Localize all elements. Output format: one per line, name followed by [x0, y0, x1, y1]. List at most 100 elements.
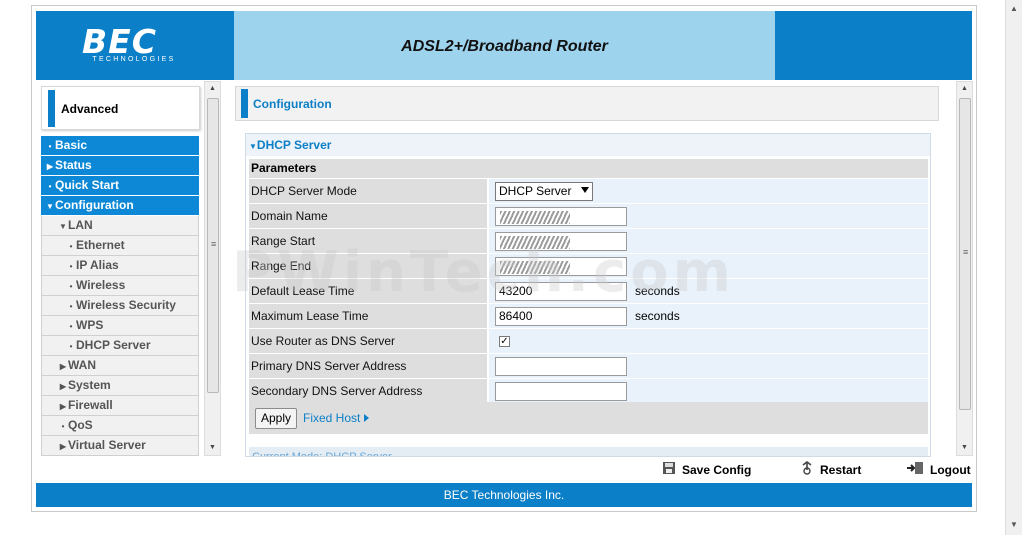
field-label: Range End	[249, 254, 487, 278]
sidebar-item-wan[interactable]: ▶ WAN	[41, 356, 199, 376]
sidebar-item-wireless[interactable]: • Wireless	[41, 276, 199, 296]
sidebar-item-virtual-server[interactable]: ▶ Virtual Server	[41, 436, 199, 456]
redacted-text	[500, 236, 570, 249]
sidebar-item-basic[interactable]: • Basic	[41, 136, 199, 156]
bullet-icon: •	[69, 262, 73, 271]
content-scrollbar[interactable]: ▲ ≡ ▼	[956, 81, 973, 456]
mode-box: Advanced	[41, 86, 200, 130]
grip-icon: ≡	[963, 247, 969, 257]
row-max-lease: Maximum Lease Time 86400 seconds	[249, 304, 928, 328]
parameters-heading: Parameters	[249, 159, 928, 178]
max-lease-input[interactable]: 86400	[495, 307, 627, 326]
sidebar-scroll-thumb[interactable]: ≡	[207, 98, 219, 393]
restart-button[interactable]: Restart	[800, 461, 861, 479]
redacted-text	[500, 211, 570, 224]
row-range-start: Range Start	[249, 229, 928, 253]
field-label: Domain Name	[249, 204, 487, 228]
bullet-icon: •	[69, 342, 73, 351]
mode-label: Advanced	[61, 102, 119, 116]
bullet-icon: •	[61, 422, 65, 431]
page-scrollbar[interactable]: ▲ ▼	[1005, 0, 1022, 535]
sidebar-item-ethernet[interactable]: • Ethernet	[41, 236, 199, 256]
field-label: Secondary DNS Server Address	[249, 379, 487, 403]
unit-label: seconds	[635, 284, 680, 298]
secondary-dns-input[interactable]	[495, 382, 627, 401]
scroll-down-icon[interactable]: ▼	[961, 444, 968, 451]
chevron-down-icon	[581, 187, 589, 193]
header-right-block	[775, 11, 972, 80]
save-config-button[interactable]: Save Config	[662, 461, 751, 479]
triangle-right-icon: ▶	[59, 382, 67, 391]
triangle-right-icon	[364, 414, 370, 422]
redacted-text	[500, 261, 570, 274]
sidebar-item-dhcp-server[interactable]: • DHCP Server	[41, 336, 199, 356]
grip-icon: ≡	[211, 239, 217, 249]
row-router-dns: Use Router as DNS Server ✓	[249, 329, 928, 353]
header-banner: ADSL2+/Broadband Router	[234, 11, 775, 80]
scroll-down-icon[interactable]: ▼	[209, 444, 216, 451]
scroll-up-icon[interactable]: ▲	[961, 85, 968, 92]
unit-label: seconds	[635, 309, 680, 323]
mode-accent-bar	[48, 90, 55, 127]
scroll-up-icon[interactable]: ▲	[209, 85, 216, 92]
sidebar-item-system[interactable]: ▶ System	[41, 376, 199, 396]
field-label: Range Start	[249, 229, 487, 253]
product-title: ADSL2+/Broadband Router	[401, 38, 608, 55]
triangle-right-icon: ▶	[46, 162, 54, 171]
scroll-up-icon[interactable]: ▲	[1010, 4, 1018, 13]
section-accent-bar	[241, 89, 248, 118]
field-label: Maximum Lease Time	[249, 304, 487, 328]
field-label: Use Router as DNS Server	[249, 329, 487, 353]
sidebar-item-wireless-security[interactable]: • Wireless Security	[41, 296, 199, 316]
sidebar-scrollbar[interactable]: ▲ ≡ ▼	[204, 81, 221, 456]
section-title: Configuration	[253, 97, 332, 111]
dhcp-mode-select[interactable]: DHCP Server	[495, 182, 593, 201]
logout-button[interactable]: Logout	[906, 461, 971, 479]
content-scroll-thumb[interactable]: ≡	[959, 98, 971, 410]
row-default-lease: Default Lease Time 43200 seconds	[249, 279, 928, 303]
sidebar-item-ip-alias[interactable]: • IP Alias	[41, 256, 199, 276]
default-lease-input[interactable]: 43200	[495, 282, 627, 301]
row-dhcp-mode: DHCP Server Mode DHCP Server	[249, 179, 928, 203]
floppy-icon	[662, 461, 676, 480]
row-secondary-dns: Secondary DNS Server Address	[249, 379, 928, 403]
bullet-icon: •	[69, 322, 73, 331]
sidebar-item-status[interactable]: ▶ Status	[41, 156, 199, 176]
apply-button[interactable]: Apply	[255, 408, 297, 429]
row-domain-name: Domain Name	[249, 204, 928, 228]
triangle-right-icon: ▶	[59, 362, 67, 371]
triangle-right-icon: ▶	[59, 442, 67, 451]
restart-icon	[800, 461, 814, 480]
logout-icon	[906, 461, 924, 480]
triangle-down-icon: ▼	[59, 222, 67, 231]
router-dns-checkbox[interactable]: ✓	[499, 336, 510, 347]
sidebar-menu: • Basic ▶ Status • Quick Start ▼Configurati…	[41, 136, 199, 456]
footer: BEC Technologies Inc.	[36, 483, 972, 507]
sidebar-item-quick-start[interactable]: • Quick Start	[41, 176, 199, 196]
range-start-input[interactable]	[495, 232, 627, 251]
sidebar-item-configuration[interactable]: ▼Configuration	[41, 196, 199, 216]
scroll-down-icon[interactable]: ▼	[1010, 520, 1018, 529]
sidebar-item-firewall[interactable]: ▶ Firewall	[41, 396, 199, 416]
field-label: Primary DNS Server Address	[249, 354, 487, 378]
range-end-input[interactable]	[495, 257, 627, 276]
primary-dns-input[interactable]	[495, 357, 627, 376]
domain-name-input[interactable]	[495, 207, 627, 226]
sidebar-item-qos[interactable]: • QoS	[41, 416, 199, 436]
bullet-icon: •	[48, 182, 52, 191]
bullet-icon: •	[69, 302, 73, 311]
panel-title[interactable]: ▼DHCP Server	[246, 134, 930, 156]
bullet-icon: •	[69, 282, 73, 291]
triangle-down-icon: ▼	[249, 142, 257, 151]
logo-subtitle: TECHNOLOGIES	[92, 56, 176, 63]
row-primary-dns: Primary DNS Server Address	[249, 354, 928, 378]
field-label: Default Lease Time	[249, 279, 487, 303]
dhcp-server-panel: ▼DHCP Server Parameters DHCP Server Mode…	[245, 133, 931, 457]
bullet-icon: •	[48, 142, 52, 151]
sidebar-item-lan[interactable]: ▼LAN	[41, 216, 199, 236]
section-header: Configuration	[235, 86, 939, 121]
form-actions: Apply Fixed Host	[249, 402, 928, 434]
fixed-host-link[interactable]: Fixed Host	[303, 411, 370, 425]
row-range-end: Range End	[249, 254, 928, 278]
sidebar-item-wps[interactable]: • WPS	[41, 316, 199, 336]
